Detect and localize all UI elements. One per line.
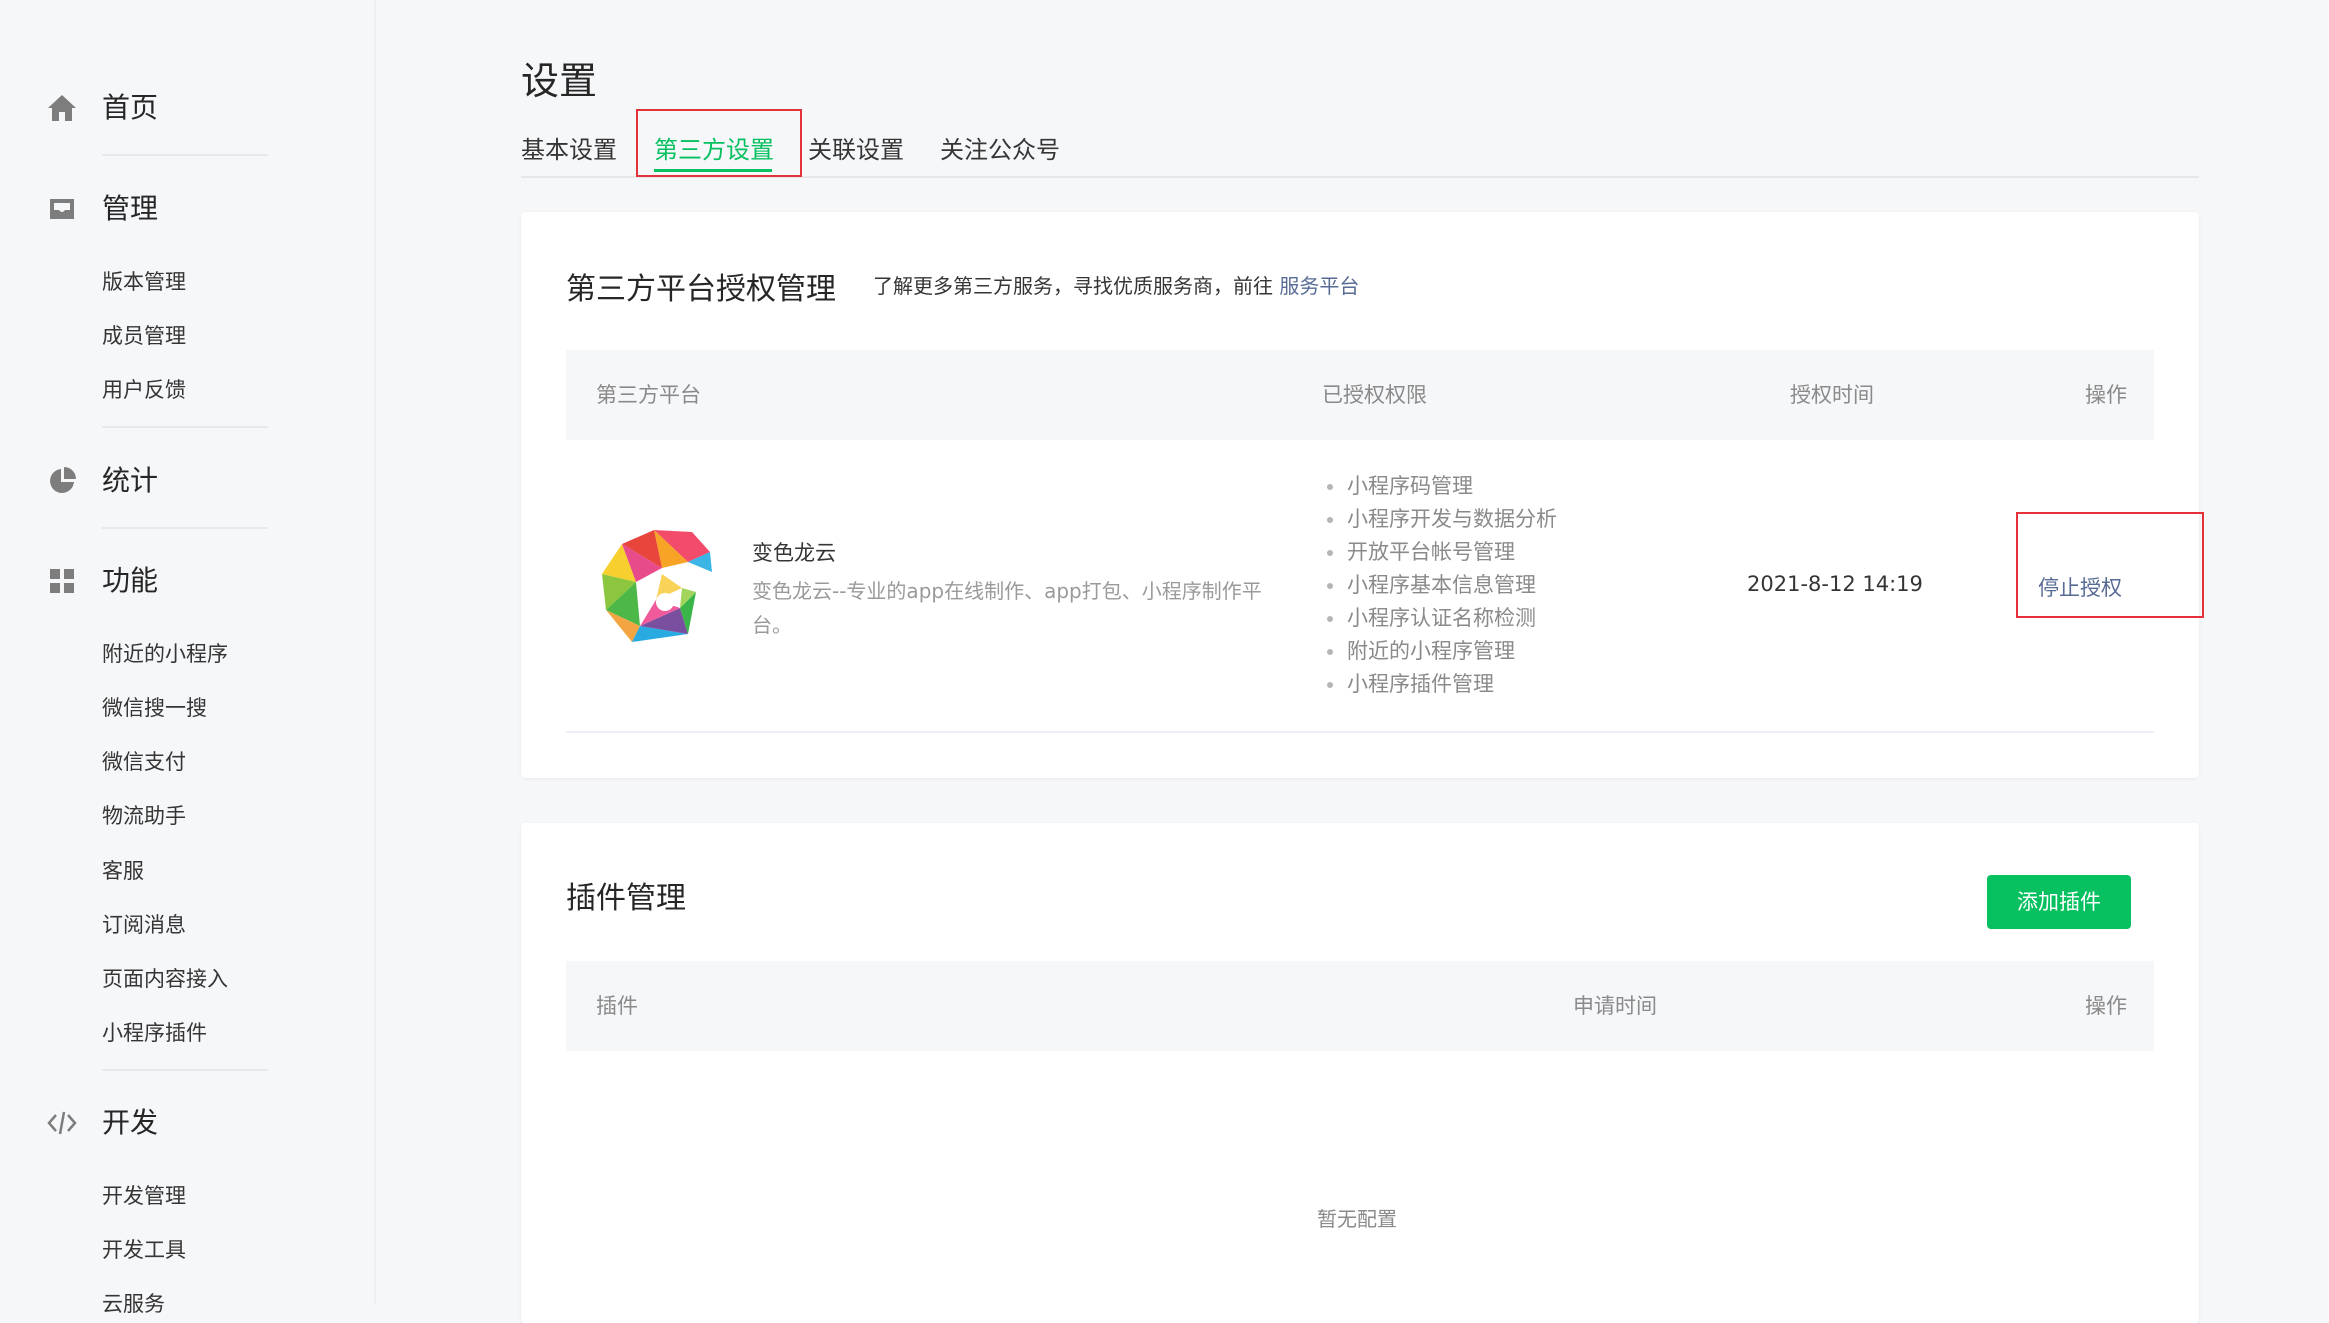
plugin-table-header: 插件 申请时间 操作 — [566, 961, 2154, 1051]
sidebar-item-content[interactable]: 页面内容接入 — [102, 964, 228, 994]
permission-list: 小程序码管理 小程序开发与数据分析 开放平台帐号管理 小程序基本信息管理 小程序… — [1323, 470, 1557, 701]
permission-item: 附近的小程序管理 — [1323, 635, 1557, 668]
divider — [102, 527, 268, 529]
sidebar-item-search[interactable]: 微信搜一搜 — [102, 693, 207, 723]
inbox-icon — [50, 199, 74, 219]
col-platform: 第三方平台 — [596, 383, 701, 407]
sidebar-item-dev-tools[interactable]: 开发工具 — [102, 1235, 186, 1265]
empty-state-text: 暂无配置 — [1317, 1207, 1397, 1231]
permission-item: 小程序认证名称检测 — [1323, 602, 1557, 635]
col-action: 操作 — [2085, 383, 2127, 407]
nav-stats[interactable]: 统计 — [0, 451, 374, 511]
plugin-card: 插件管理 添加插件 插件 申请时间 操作 暂无配置 — [521, 823, 2199, 1323]
sidebar-item-cloud[interactable]: 云服务 — [102, 1289, 165, 1319]
third-party-card: 第三方平台授权管理 了解更多第三方服务，寻找优质服务商，前往 服务平台 第三方平… — [521, 212, 2199, 778]
sidebar-item-plugins[interactable]: 小程序插件 — [102, 1018, 207, 1048]
sidebar-item-nearby[interactable]: 附近的小程序 — [102, 639, 228, 669]
third-party-table-header: 第三方平台 已授权权限 授权时间 操作 — [566, 350, 2154, 440]
auth-time: 2021-8-12 14:19 — [1747, 572, 1923, 596]
permission-item: 小程序插件管理 — [1323, 668, 1557, 701]
nav-manage[interactable]: 管理 — [0, 179, 374, 239]
platform-desc: 变色龙云--专业的app在线制作、app打包、小程序制作平台。 — [752, 579, 1262, 637]
col-apply-time: 申请时间 — [1573, 994, 1657, 1018]
nav-dev[interactable]: 开发 — [0, 1093, 374, 1153]
sidebar-item-dev-manage[interactable]: 开发管理 — [102, 1181, 186, 1211]
permission-item: 开放平台帐号管理 — [1323, 536, 1557, 569]
third-party-title: 第三方平台授权管理 — [566, 272, 836, 307]
add-plugin-button[interactable]: 添加插件 — [1987, 875, 2131, 929]
permission-item: 小程序开发与数据分析 — [1323, 503, 1557, 536]
plugin-title: 插件管理 — [566, 881, 686, 916]
grid-icon — [50, 569, 74, 593]
permission-item: 小程序基本信息管理 — [1323, 569, 1557, 602]
nav-dev-label: 开发 — [102, 1106, 159, 1139]
sidebar-item-subscribe[interactable]: 订阅消息 — [102, 910, 186, 940]
tab-basic-settings[interactable]: 基本设置 — [521, 130, 617, 170]
col-permissions: 已授权权限 — [1322, 383, 1427, 407]
nav-stats-label: 统计 — [102, 464, 159, 497]
platform-name: 变色龙云 — [752, 541, 836, 565]
col-plugin-action: 操作 — [2085, 994, 2127, 1018]
sidebar-item-members[interactable]: 成员管理 — [102, 321, 186, 351]
sidebar: 首页 管理 版本管理 成员管理 用户反馈 统计 功能 附近的小程序 微信搜一搜 … — [0, 0, 376, 1316]
nav-home[interactable]: 首页 — [0, 78, 374, 138]
code-icon — [47, 1111, 77, 1135]
col-plugin: 插件 — [596, 994, 638, 1018]
tab-link-settings[interactable]: 关联设置 — [808, 130, 904, 170]
nav-features[interactable]: 功能 — [0, 551, 374, 611]
sidebar-item-feedback[interactable]: 用户反馈 — [102, 375, 186, 405]
divider — [102, 426, 268, 428]
pie-chart-icon — [50, 467, 76, 493]
platform-logo-icon — [602, 530, 712, 642]
permission-item: 小程序码管理 — [1323, 470, 1557, 503]
divider — [102, 1069, 268, 1071]
home-icon — [48, 95, 76, 121]
stop-auth-highlight-box — [2016, 512, 2204, 618]
tab-highlight-box — [636, 109, 802, 177]
nav-manage-label: 管理 — [102, 192, 159, 225]
sidebar-item-version[interactable]: 版本管理 — [102, 267, 186, 297]
third-party-desc: 了解更多第三方服务，寻找优质服务商，前往 服务平台 — [873, 270, 1359, 299]
sidebar-item-pay[interactable]: 微信支付 — [102, 747, 186, 777]
page-title: 设置 — [521, 59, 598, 103]
divider — [102, 154, 268, 156]
tab-follow-account[interactable]: 关注公众号 — [940, 130, 1060, 170]
nav-home-label: 首页 — [102, 91, 159, 124]
sidebar-item-service[interactable]: 客服 — [102, 856, 144, 886]
third-party-desc-text: 了解更多第三方服务，寻找优质服务商，前往 — [873, 274, 1280, 298]
service-platform-link[interactable]: 服务平台 — [1279, 274, 1359, 298]
row-divider — [566, 731, 2154, 733]
nav-features-label: 功能 — [102, 564, 159, 597]
col-auth-time: 授权时间 — [1790, 383, 1874, 407]
sidebar-item-logistics[interactable]: 物流助手 — [102, 801, 186, 831]
